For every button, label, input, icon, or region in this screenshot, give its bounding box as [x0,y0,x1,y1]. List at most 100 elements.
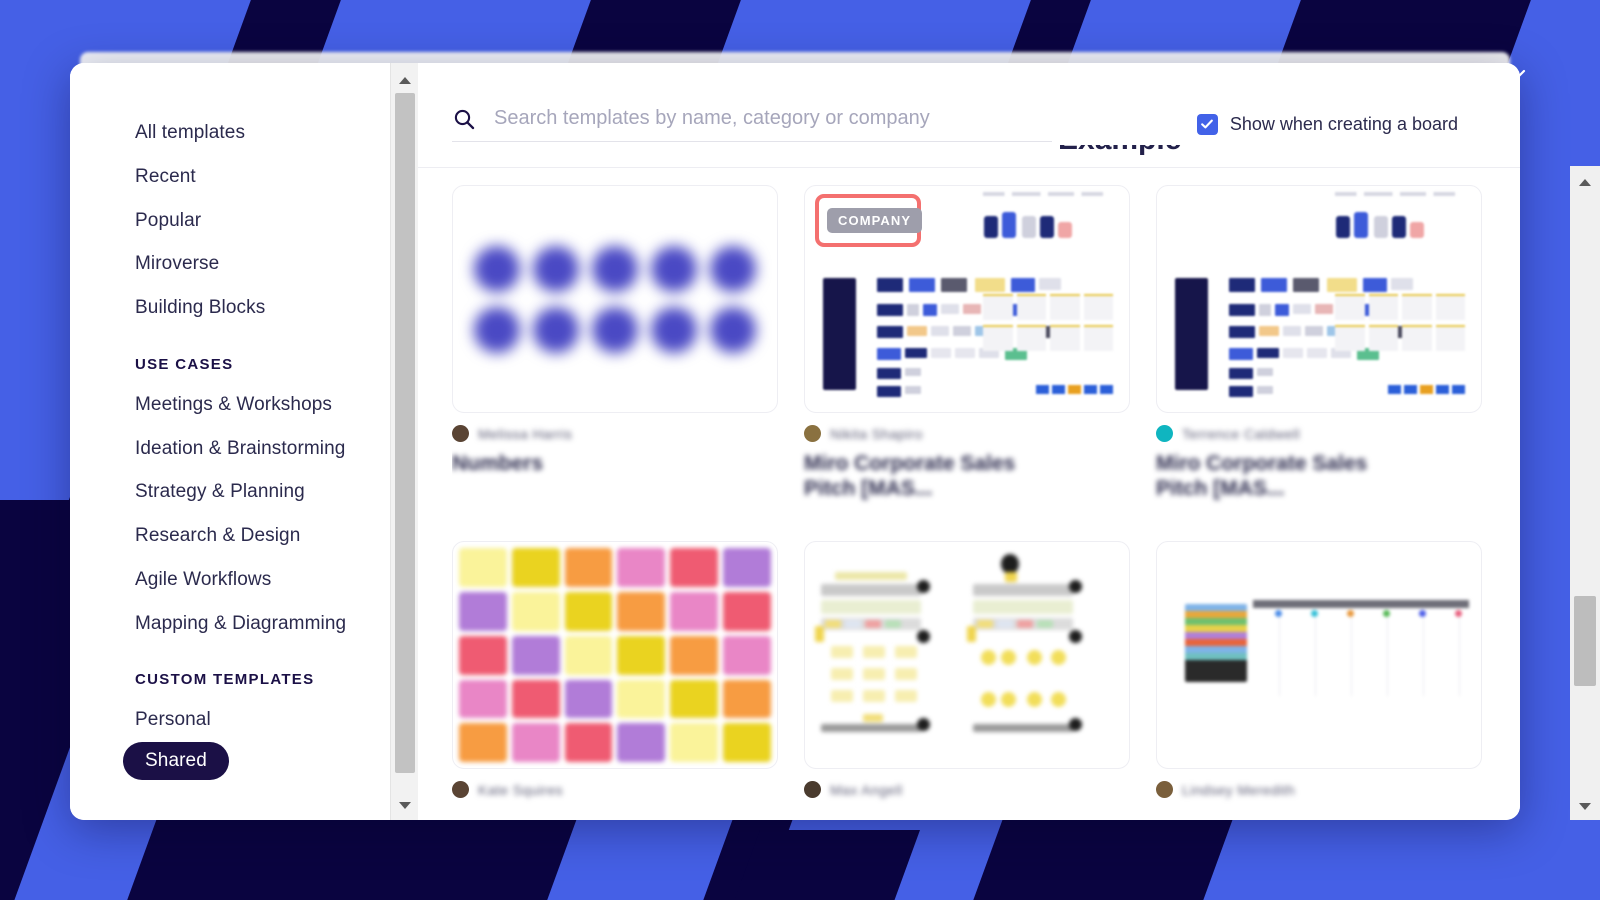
template-meta: Kate Squires [452,769,778,799]
sidebar-item-building-blocks[interactable]: Building Blocks [70,286,418,330]
sidebar-item-mapping-diagramming[interactable]: Mapping & Diagramming [70,602,418,646]
sidebar-heading-use-cases: USE CASES [135,355,234,373]
search-field-wrapper[interactable] [452,107,1052,142]
sidebar-heading-custom-templates: CUSTOM TEMPLATES [135,671,315,689]
avatar [1156,425,1173,442]
template-thumbnail[interactable] [452,541,778,770]
sidebar-scrollbar[interactable] [390,63,418,820]
sidebar-scroll-down-icon[interactable] [391,794,419,816]
template-card[interactable]: Max Angell [804,541,1130,820]
thumb-art-people [1332,200,1452,238]
template-card[interactable]: Lindsey Meredith [1156,541,1482,820]
sidebar-item-meetings-workshops[interactable]: Meetings & Workshops [70,383,418,427]
search-row: Show when creating a board [452,101,1478,147]
thumb-art-sales-pitch [1157,186,1481,412]
sticky-note [617,548,666,587]
content-divider [418,167,1520,168]
sticky-note [670,591,719,631]
sticky-note [617,723,666,763]
template-author: Lindsey Meredith [1156,781,1482,799]
template-meta: Max Angell [804,769,1130,799]
template-card[interactable]: Kate Squires [452,541,778,820]
sticky-note [459,679,507,719]
template-title: Miro Corporate Sales Pitch [MAS... [804,452,1016,501]
template-thumbnail[interactable] [804,541,1130,770]
sticky-note [617,679,666,719]
author-name: Melissa Harris [478,425,573,442]
sidebar-item-agile-workflows[interactable]: Agile Workflows [70,558,418,602]
thumb-art-spreadsheet [1157,542,1481,768]
thumb-art-sidebar [1185,604,1247,683]
sidebar-item-ideation-brainstorming[interactable]: Ideation & Brainstorming [70,427,418,471]
company-badge: COMPANY [827,208,923,233]
sticky-note [459,548,507,587]
sticky-note [511,591,560,631]
sticky-note [723,548,771,587]
author-name: Terrence Caldwell [1182,425,1301,442]
avatar [452,781,469,799]
sticky-note [459,723,507,763]
sticky-note [459,635,507,675]
sticky-note [511,548,560,587]
cursor-mark-icon [1511,69,1526,84]
template-thumbnail[interactable] [452,185,778,413]
sidebar-primary-list: All templates Recent Popular Miroverse B… [70,111,418,330]
page-scrollbar[interactable] [1570,166,1600,820]
template-thumbnail[interactable]: COMPANY [804,185,1130,413]
sticky-note [670,548,719,587]
template-card[interactable]: Terrence Caldwell Miro Corporate Sales P… [1156,185,1482,523]
sticky-note [511,723,560,763]
avatar [1156,781,1173,799]
sidebar-item-miroverse[interactable]: Miroverse [70,242,418,286]
template-thumbnail[interactable] [1156,541,1482,770]
sidebar-item-research-design[interactable]: Research & Design [70,514,418,558]
avatar [804,425,821,442]
show-when-creating-option[interactable]: Show when creating a board [1196,113,1478,135]
template-author: Nikita Shapiro [804,425,1130,442]
sticky-note [617,635,666,675]
sidebar-scrollbar-thumb[interactable] [395,93,415,773]
template-card[interactable]: Melissa Harris Numbers [452,185,778,523]
thumb-art-dots [453,186,777,412]
sidebar-custom-list: Personal Shared [70,698,418,780]
sidebar-item-popular[interactable]: Popular [70,199,418,243]
template-card[interactable]: COMPANY Nikita Shapiro Miro Corporate Sa… [804,185,1130,523]
author-name: Lindsey Meredith [1182,781,1296,798]
sidebar-item-shared-wrap: Shared [70,742,418,780]
sticky-note [723,723,771,763]
sidebar-item-personal[interactable]: Personal [70,698,418,742]
templates-modal: All templates Recent Popular Miroverse B… [70,63,1520,820]
template-title: Miro Corporate Sales Pitch [MAS... [1156,452,1368,501]
template-meta: Terrence Caldwell Miro Corporate Sales P… [1156,413,1482,501]
sidebar-item-shared[interactable]: Shared [123,742,229,780]
sticky-note [670,635,719,675]
template-meta: Melissa Harris Numbers [452,413,778,476]
thumb-art-workshop [805,542,1129,768]
sidebar-item-strategy-planning[interactable]: Strategy & Planning [70,470,418,514]
sticky-note [511,635,560,675]
sticky-note [564,591,613,631]
sticky-note [723,635,771,675]
search-input[interactable] [494,107,1052,130]
author-name: Nikita Shapiro [830,425,923,442]
avatar [804,781,821,799]
sticky-note [723,591,771,631]
template-thumbnail[interactable] [1156,185,1482,413]
sidebar-scroll-up-icon[interactable] [391,69,419,91]
template-author: Terrence Caldwell [1156,425,1482,442]
template-author: Melissa Harris [452,425,778,442]
templates-sidebar: All templates Recent Popular Miroverse B… [70,63,418,820]
search-icon [454,109,475,129]
page-scrollbar-thumb[interactable] [1574,596,1596,686]
template-meta: Nikita Shapiro Miro Corporate Sales Pitc… [804,413,1130,501]
sticky-note [723,679,771,719]
template-author: Kate Squires [452,781,778,799]
sticky-note [670,679,719,719]
page-scroll-down-icon[interactable] [1570,796,1600,816]
page-scroll-up-icon[interactable] [1570,172,1600,192]
show-when-creating-checkbox[interactable] [1196,113,1218,135]
section-heading-partial: Example [1058,145,1181,167]
templates-content: Show when creating a board Example Melis… [418,63,1520,820]
sidebar-item-all-templates[interactable]: All templates [70,111,418,155]
sidebar-item-recent[interactable]: Recent [70,155,418,199]
